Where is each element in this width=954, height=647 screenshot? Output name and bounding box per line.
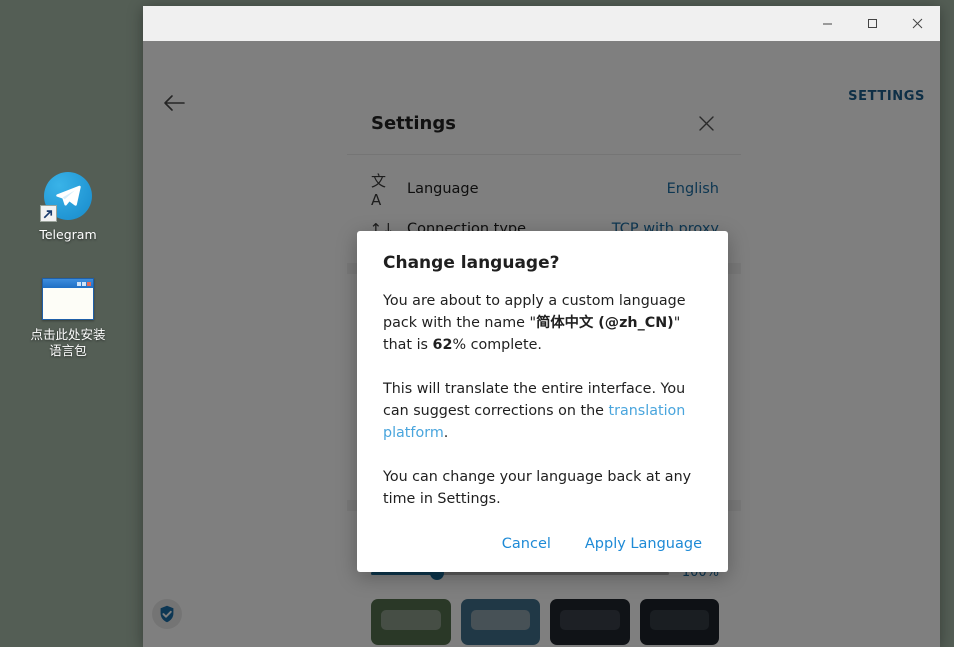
dialog-paragraph-1: You are about to apply a custom language… [383, 290, 702, 356]
desktop-icon-label-line1: 点击此处安装 [30, 327, 105, 343]
desktop-icon-label: Telegram [39, 227, 96, 243]
desktop-icon-label-line2: 语言包 [30, 343, 105, 359]
desktop-icon-language-pack[interactable]: 点击此处安装 语言包 [13, 278, 123, 359]
maximize-button[interactable] [850, 6, 895, 41]
dialog-actions: Cancel Apply Language [383, 536, 702, 558]
window-icon-dot-close [87, 282, 91, 286]
window-icon-dot [82, 282, 86, 286]
telegram-window: SETTINGS Settings 文A Language English [143, 6, 940, 647]
dialog-paragraph-2: This will translate the entire interface… [383, 378, 702, 444]
shortcut-overlay-icon [40, 205, 57, 222]
desktop-icon-telegram[interactable]: Telegram [13, 172, 123, 243]
window-icon [42, 278, 94, 320]
telegram-icon-wrap [44, 172, 92, 220]
window-content: SETTINGS Settings 文A Language English [143, 41, 940, 647]
desktop-icon-label: 点击此处安装 语言包 [30, 327, 105, 359]
minimize-button[interactable] [805, 6, 850, 41]
completion-percent: 62 [433, 337, 453, 353]
window-titlebar [143, 6, 940, 41]
close-button[interactable] [895, 6, 940, 41]
dialog-text-part: % complete. [452, 337, 541, 353]
language-pack-name: 简体中文 (@zh_CN) [536, 315, 674, 331]
change-language-dialog: Change language? You are about to apply … [357, 231, 728, 572]
window-icon-body [43, 288, 93, 319]
dialog-title: Change language? [383, 253, 702, 273]
dialog-paragraph-3: You can change your language back at any… [383, 466, 702, 510]
window-icon-dot [77, 282, 81, 286]
cancel-button[interactable]: Cancel [502, 536, 551, 552]
dialog-text-part: . [444, 425, 449, 441]
apply-language-button[interactable]: Apply Language [585, 536, 702, 552]
window-icon-titlebar [43, 279, 93, 288]
